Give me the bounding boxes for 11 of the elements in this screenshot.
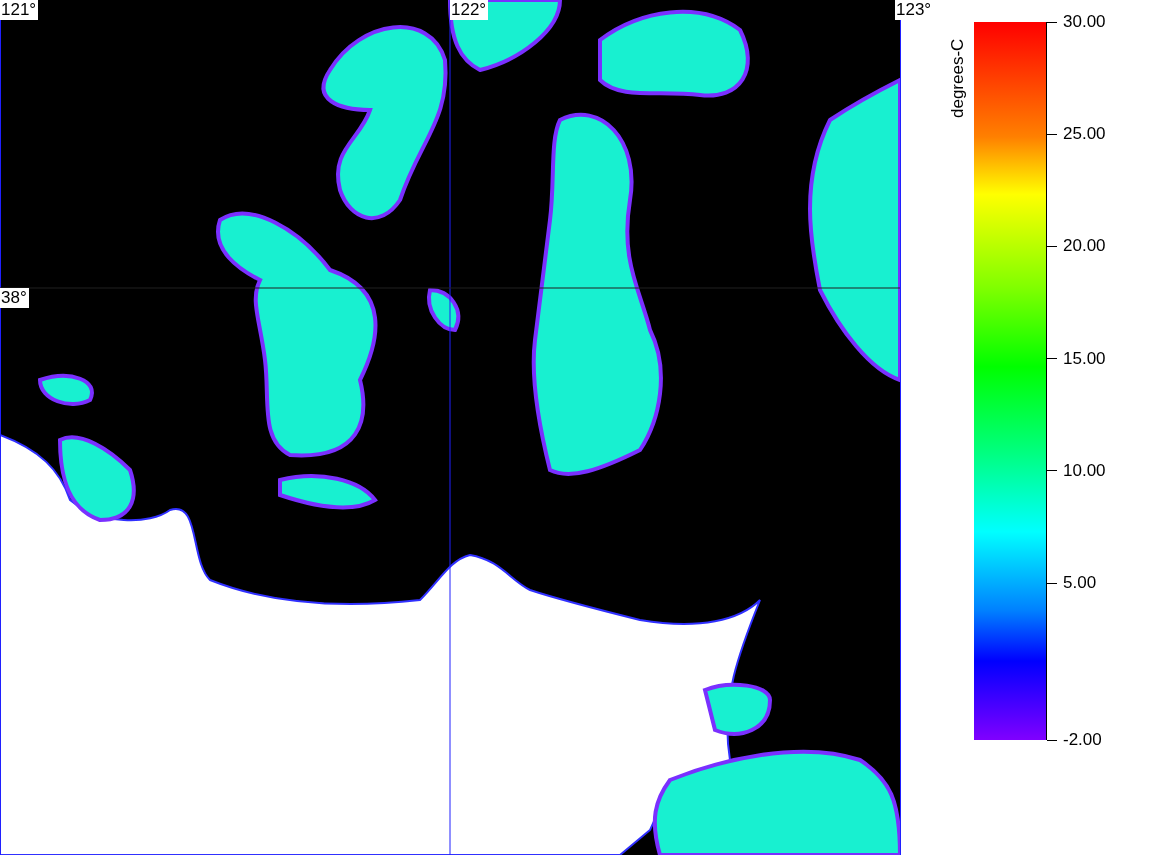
longitude-label: 122° — [450, 0, 489, 20]
colorbar-tick-label: 20.00 — [1063, 236, 1106, 257]
colorbar-tick-label: 5.00 — [1063, 573, 1097, 593]
colorbar-tick-label: 30.00 — [1063, 12, 1106, 32]
longitude-label: 121° — [0, 0, 39, 20]
latitude-label: 38° — [0, 288, 29, 308]
colorbar-tick-label: 10.00 — [1063, 460, 1106, 481]
colorbar-unit-label: degrees-C — [947, 38, 968, 118]
colorbar-tick-label: -2.00 — [1063, 730, 1102, 750]
colorbar-tick-label: 15.00 — [1063, 348, 1106, 369]
colorbar-tick-label: 25.00 — [1063, 124, 1106, 145]
